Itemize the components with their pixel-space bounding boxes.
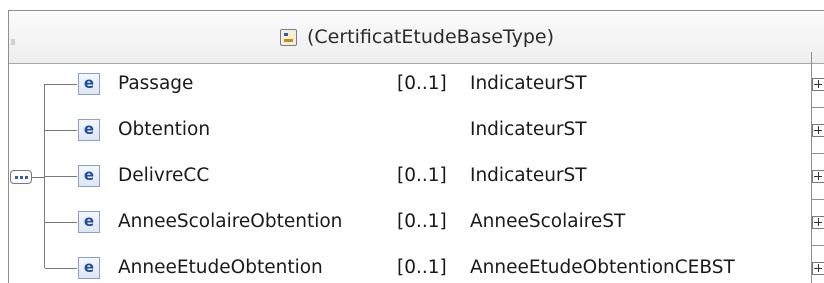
expand-icon[interactable] (812, 216, 824, 229)
element-name: DelivreCC (118, 165, 210, 186)
element-type: AnneeScolaireST (470, 211, 626, 232)
element-type: AnneeEtudeObtentionCEBST (470, 257, 735, 278)
element-icon: e (78, 73, 100, 95)
element-row-anneeetudeobtention[interactable]: e AnneeEtudeObtention [0..1] AnneeEtudeO… (0, 246, 824, 283)
expand-icon[interactable] (812, 170, 824, 183)
element-icon: e (78, 165, 100, 187)
element-icon: e (78, 211, 100, 233)
branch-line (45, 84, 77, 85)
element-icon: e (78, 119, 100, 141)
expand-icon[interactable] (812, 124, 824, 137)
expand-icon[interactable] (812, 78, 824, 91)
element-cardinality: [0..1] (397, 257, 447, 278)
type-title: (CertificatEtudeBaseType) (307, 26, 554, 48)
element-cardinality: [0..1] (397, 165, 447, 186)
element-row-passage[interactable]: e Passage [0..1] IndicateurST (0, 62, 824, 108)
branch-line (45, 222, 77, 223)
element-cardinality: [0..1] (397, 73, 447, 94)
element-type: IndicateurST (470, 73, 587, 94)
element-type: IndicateurST (470, 165, 587, 186)
element-name: AnneeScolaireObtention (118, 211, 343, 232)
element-type: IndicateurST (470, 119, 587, 140)
complex-type-icon (280, 28, 297, 46)
type-header-content: (CertificatEtudeBaseType) (9, 11, 824, 63)
branch-line (45, 268, 77, 269)
element-cardinality: [0..1] (397, 211, 447, 232)
element-row-obtention[interactable]: e Obtention IndicateurST (0, 108, 824, 154)
schema-diagram: (CertificatEtudeBaseType) e Passage [0..… (0, 0, 824, 283)
element-name: Obtention (118, 119, 211, 140)
element-name: Passage (118, 73, 194, 94)
branch-line (45, 130, 77, 131)
branch-line (45, 176, 77, 177)
element-row-anneescolaireobtention[interactable]: e AnneeScolaireObtention [0..1] AnneeSco… (0, 200, 824, 246)
element-icon: e (78, 257, 100, 279)
element-name: AnneeEtudeObtention (118, 257, 323, 278)
element-row-delivrecc[interactable]: e DelivreCC [0..1] IndicateurST (0, 154, 824, 200)
type-header[interactable]: (CertificatEtudeBaseType) (9, 11, 824, 64)
expand-icon[interactable] (812, 262, 824, 275)
